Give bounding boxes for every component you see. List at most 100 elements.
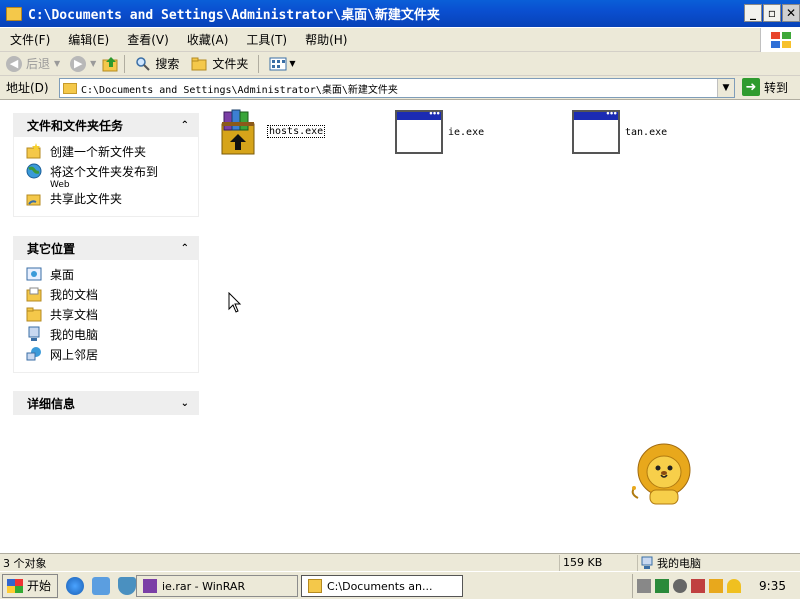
- maximize-button[interactable]: ▫: [763, 4, 781, 22]
- go-arrow-icon: ➜: [742, 78, 760, 96]
- expand-icon[interactable]: ⌄: [181, 398, 189, 409]
- menu-favorites[interactable]: 收藏(A): [187, 31, 229, 48]
- globe-icon: [26, 163, 42, 179]
- address-label: 地址(D): [6, 81, 49, 95]
- task-new-folder-label: 创建一个新文件夹: [50, 145, 147, 159]
- ie-quicklaunch-icon[interactable]: [66, 576, 85, 595]
- file-item[interactable]: hosts.exe: [216, 106, 326, 156]
- collapse-icon[interactable]: ⌃: [181, 243, 189, 254]
- address-value: C:\Documents and Settings\Administrator\…: [81, 84, 398, 96]
- folders-icon: [191, 57, 207, 70]
- file-item[interactable]: ie.exe: [395, 109, 485, 154]
- file-tasks-title: 文件和文件夹任务: [27, 118, 124, 133]
- taskbar-explorer-button[interactable]: C:\Documents an...: [301, 575, 463, 597]
- security-icon[interactable]: [691, 579, 706, 593]
- start-button[interactable]: 开始: [2, 573, 59, 598]
- file-tasks-header[interactable]: 文件和文件夹任务 ⌃: [13, 113, 199, 137]
- folders-button[interactable]: 文件夹: [191, 55, 248, 72]
- place-my-documents[interactable]: 我的文档: [26, 286, 198, 306]
- search-button[interactable]: 搜索: [135, 55, 179, 72]
- go-label: 转到: [764, 80, 789, 95]
- task-new-folder[interactable]: 创建一个新文件夹: [26, 143, 198, 163]
- place-my-computer-label: 我的电脑: [50, 328, 99, 342]
- menu-tools[interactable]: 工具(T): [246, 31, 287, 48]
- place-shared-documents-label: 共享文档: [50, 308, 99, 322]
- back-arrow-icon: ◀: [6, 55, 22, 72]
- taskbar: 开始 ie.rar - WinRAR C:\Documents an... 9:…: [0, 571, 800, 599]
- menu-edit[interactable]: 编辑(E): [68, 31, 109, 48]
- exe-window-icon: [395, 109, 443, 154]
- toolbar-separator: [258, 54, 260, 73]
- other-places-title: 其它位置: [27, 241, 76, 256]
- forward-dropdown-icon: ▼: [90, 59, 97, 68]
- address-bar: 地址(D) C:\Documents and Settings\Administ…: [0, 76, 800, 100]
- status-objects: 3 个对象: [0, 554, 560, 571]
- desktop-quicklaunch-icon[interactable]: [92, 576, 111, 595]
- views-grid-icon: [269, 57, 287, 70]
- other-places-panel: 其它位置 ⌃ 桌面 我的文档 共享文档 我的电脑 网上邻居: [13, 236, 199, 373]
- details-panel: 详细信息 ⌄: [13, 391, 199, 415]
- status-size: 159 KB: [560, 554, 638, 571]
- file-item[interactable]: tan.exe: [572, 109, 667, 154]
- place-my-documents-label: 我的文档: [50, 288, 99, 302]
- folder-icon: [26, 307, 42, 322]
- task-publish-label: 将这个文件夹发布到: [50, 165, 159, 179]
- new-folder-icon: [26, 143, 41, 159]
- desktop-icon: [26, 267, 42, 281]
- place-desktop-label: 桌面: [50, 268, 75, 282]
- minimize-button[interactable]: _: [744, 4, 762, 22]
- toolbar: ◀ 后退 ▼ ▶ ▼ 搜索 文件夹 ▼: [0, 52, 800, 76]
- umbrella-icon[interactable]: [727, 579, 742, 593]
- task-publish-sub: Web: [50, 180, 70, 190]
- shield-quicklaunch-icon[interactable]: [118, 576, 137, 595]
- file-name: hosts.exe: [266, 124, 326, 138]
- views-dropdown-icon: ▼: [289, 59, 296, 68]
- other-places-header[interactable]: 其它位置 ⌃: [13, 236, 199, 260]
- status-location-label: 我的电脑: [657, 556, 701, 570]
- forward-button[interactable]: ▶ ▼: [66, 55, 97, 72]
- go-button[interactable]: ➜ 转到: [742, 78, 788, 96]
- back-label: 后退: [26, 57, 51, 71]
- computer-icon: [641, 556, 653, 569]
- menu-help[interactable]: 帮助(H): [305, 31, 347, 48]
- place-network-label: 网上邻居: [50, 348, 99, 362]
- keyboard-icon[interactable]: [637, 579, 652, 593]
- clock[interactable]: 9:35: [759, 579, 786, 593]
- menu-view[interactable]: 查看(V): [127, 31, 169, 48]
- folders-label: 文件夹: [212, 57, 249, 71]
- views-button[interactable]: ▼: [269, 57, 296, 71]
- file-name: ie.exe: [448, 126, 485, 138]
- network-icon: [26, 347, 41, 361]
- menu-file[interactable]: 文件(F): [10, 31, 50, 48]
- details-header[interactable]: 详细信息 ⌄: [13, 391, 199, 415]
- file-tasks-panel: 文件和文件夹任务 ⌃ 创建一个新文件夹 将这个文件夹发布到 Web 共享此文件夹: [13, 113, 199, 217]
- task-pane: 文件和文件夹任务 ⌃ 创建一个新文件夹 将这个文件夹发布到 Web 共享此文件夹 …: [0, 101, 210, 553]
- collapse-icon[interactable]: ⌃: [181, 120, 189, 131]
- network-icon[interactable]: [655, 579, 670, 593]
- close-button[interactable]: ✕: [782, 4, 800, 22]
- start-label: 开始: [27, 579, 52, 593]
- status-location: 我的电脑: [638, 555, 798, 571]
- tray-app-icon[interactable]: [709, 579, 724, 593]
- mouse-cursor-icon: [228, 292, 242, 313]
- address-input[interactable]: C:\Documents and Settings\Administrator\…: [59, 78, 735, 98]
- lion-mascot-icon: [631, 443, 691, 505]
- window-title: C:\Documents and Settings\Administrator\…: [28, 8, 440, 23]
- place-shared-documents[interactable]: 共享文档: [26, 306, 198, 326]
- place-my-computer[interactable]: 我的电脑: [26, 326, 198, 346]
- folder-icon: [308, 579, 322, 593]
- up-folder-button[interactable]: [102, 56, 120, 72]
- task-share-folder[interactable]: 共享此文件夹: [26, 190, 198, 210]
- task-publish-web[interactable]: 将这个文件夹发布到 Web: [26, 163, 198, 190]
- address-dropdown-icon[interactable]: ▼: [717, 79, 734, 97]
- place-desktop[interactable]: 桌面: [26, 266, 198, 286]
- status-bar: 3 个对象 159 KB 我的电脑: [0, 553, 800, 571]
- taskbar-winrar-button[interactable]: ie.rar - WinRAR: [136, 575, 298, 597]
- volume-icon[interactable]: [673, 579, 688, 593]
- windows-logo-icon: [7, 578, 23, 593]
- place-network[interactable]: 网上邻居: [26, 346, 198, 366]
- winrar-icon: [143, 579, 157, 593]
- taskbar-winrar-label: ie.rar - WinRAR: [162, 579, 246, 593]
- search-label: 搜索: [155, 57, 180, 71]
- back-button[interactable]: ◀ 后退 ▼: [6, 55, 60, 72]
